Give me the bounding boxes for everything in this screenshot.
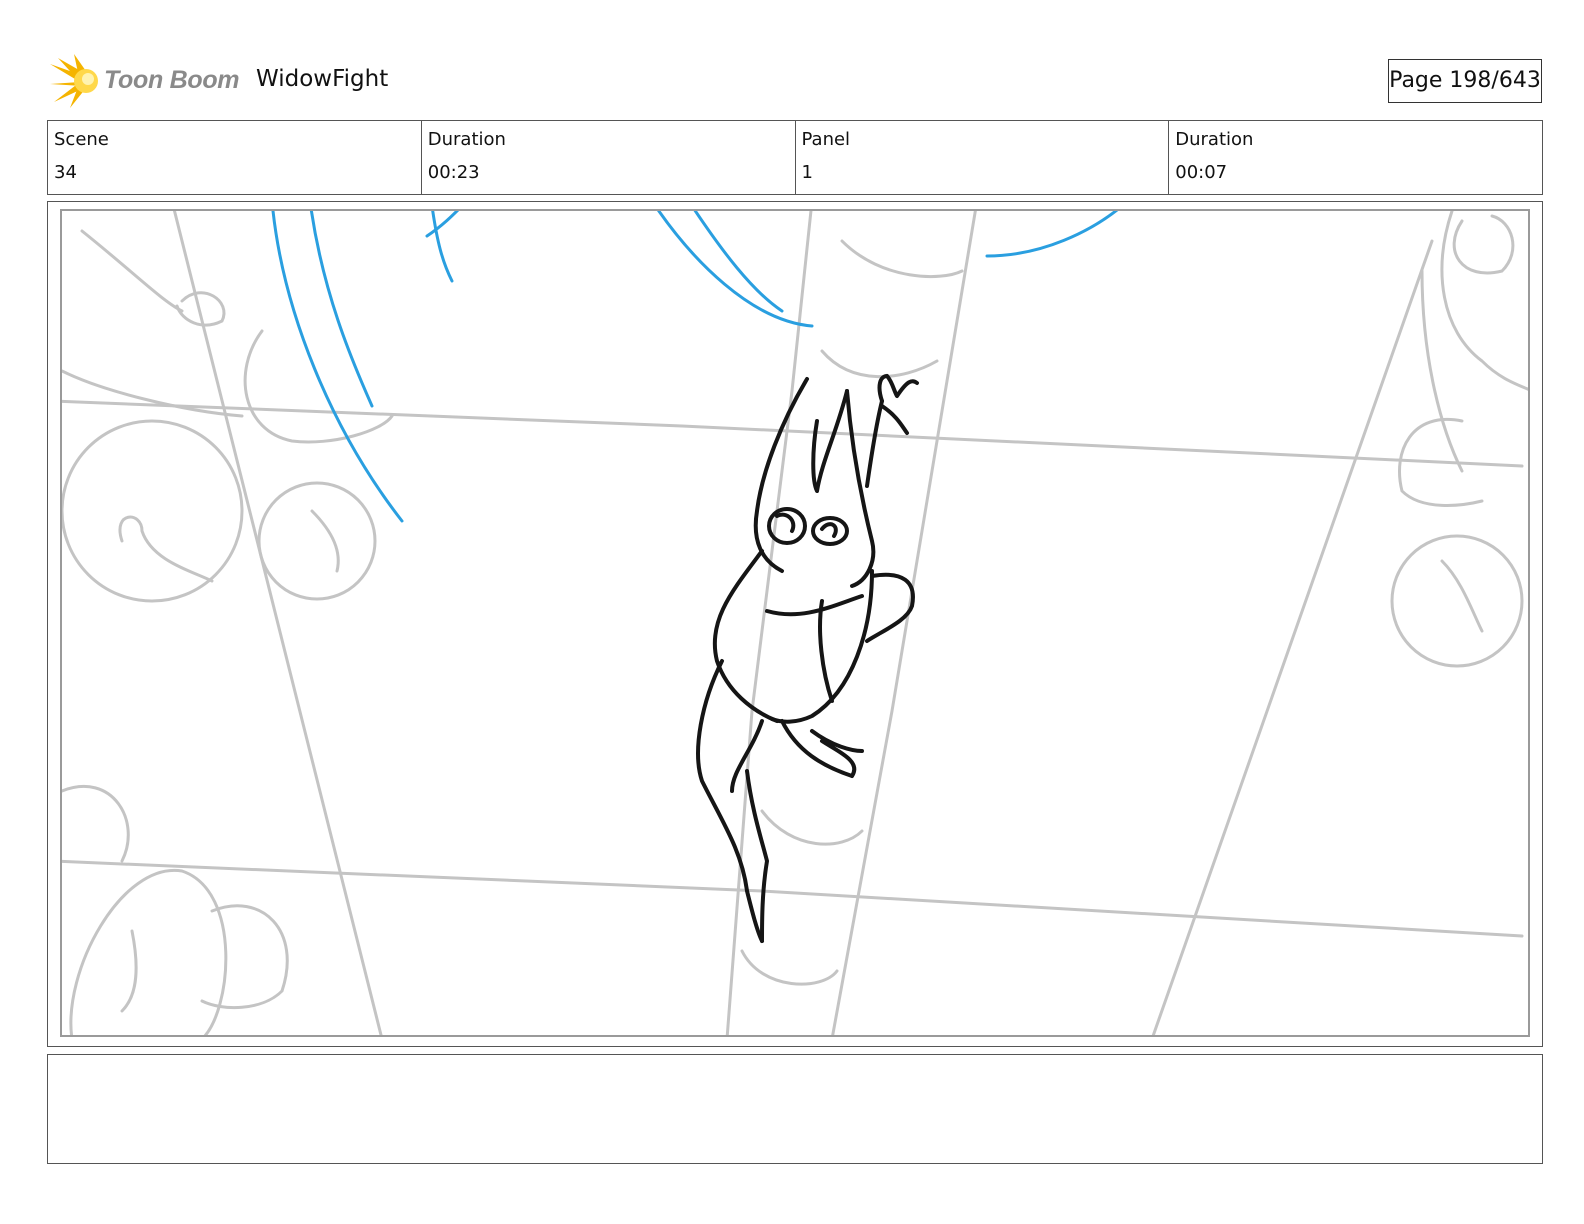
background-sketch xyxy=(62,211,1528,1035)
panel-duration-label: Duration xyxy=(1175,129,1254,150)
character-sketch xyxy=(696,374,919,943)
page-number: Page 198/643 xyxy=(1388,59,1542,103)
logo-text: Toon Boom xyxy=(104,66,240,94)
panel-notes-box xyxy=(47,1054,1543,1164)
storyboard-sketch xyxy=(62,211,1528,1035)
blue-sketch-lines xyxy=(271,211,1119,523)
panel-image xyxy=(60,209,1530,1037)
project-title: WidowFight xyxy=(256,66,389,92)
panel-label: Panel xyxy=(801,129,851,150)
scene-duration-cell: Duration 00:23 xyxy=(422,121,796,194)
panel-duration-cell: Duration 00:07 xyxy=(1169,121,1542,194)
panel-cell: Panel 1 xyxy=(796,121,1170,194)
scene-value: 34 xyxy=(54,162,77,183)
panel-duration-value: 00:07 xyxy=(1175,162,1228,183)
scene-label: Scene xyxy=(54,129,109,150)
starburst-icon xyxy=(50,54,98,108)
scene-duration-value: 00:23 xyxy=(427,162,480,183)
scene-duration-label: Duration xyxy=(427,129,506,150)
scene-cell: Scene 34 xyxy=(48,121,422,194)
panel-value: 1 xyxy=(801,162,813,183)
toon-boom-logo: Toon Boom xyxy=(50,54,250,110)
scene-info-table: Scene 34 Duration 00:23 Panel 1 Duration… xyxy=(47,120,1543,195)
